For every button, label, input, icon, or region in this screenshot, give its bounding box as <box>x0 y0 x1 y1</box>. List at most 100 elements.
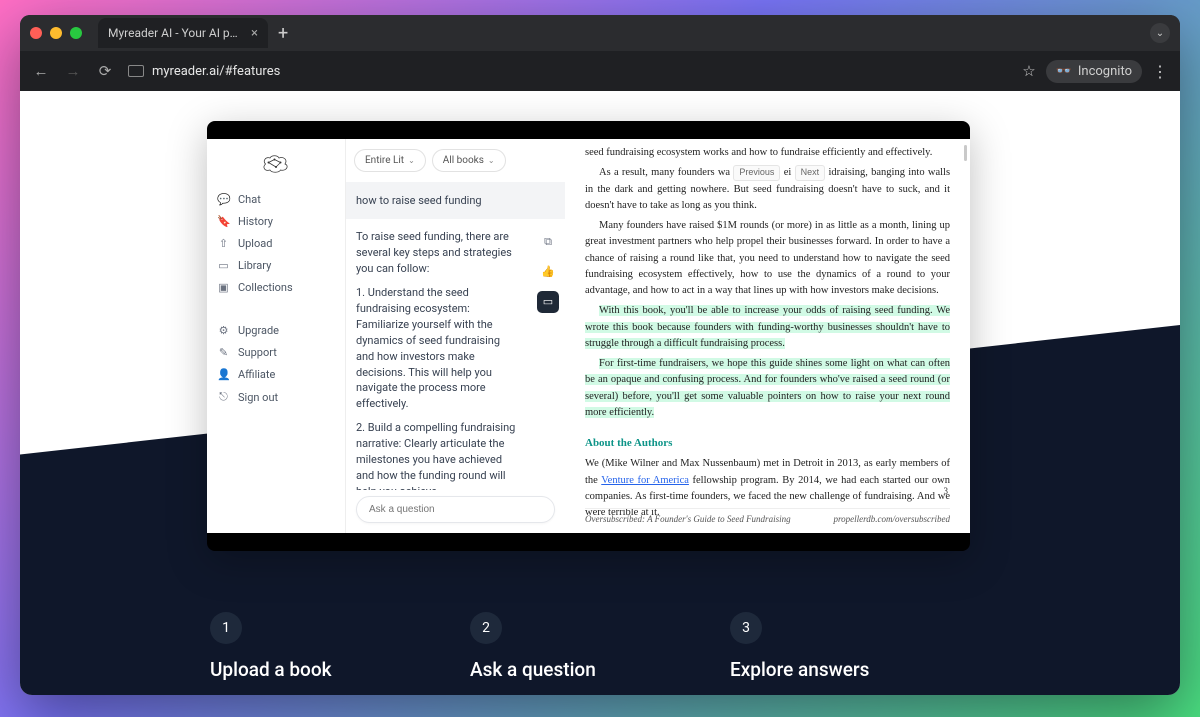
feature-step-1: 1 Upload a book <box>210 612 430 681</box>
product-screenshot-card: 💬 Chat 🔖 History ⇧ Upload ▭ Library ▣ Collect… <box>207 121 970 551</box>
like-button[interactable]: 👍 <box>537 261 559 283</box>
chevron-down-icon: ⌄ <box>408 156 415 165</box>
answer-area: ⧉ 👍 ▭ To raise seed funding, there are s… <box>346 219 565 490</box>
bookmark-icon[interactable]: ☆ <box>1022 62 1035 80</box>
sidebar-item-collections[interactable]: ▣ Collections <box>217 281 335 294</box>
sliders-icon: ⚙ <box>217 324 230 337</box>
step-badge: 1 <box>210 612 242 644</box>
address-bar[interactable]: myreader.ai/#features <box>128 64 280 79</box>
book-icon: ▭ <box>217 259 230 272</box>
close-window-button[interactable] <box>30 27 42 39</box>
copy-button[interactable]: ⧉ <box>537 231 559 253</box>
sidebar-item-history[interactable]: 🔖 History <box>217 215 335 228</box>
sidebar-item-label: Library <box>238 259 271 272</box>
app-sidebar: 💬 Chat 🔖 History ⇧ Upload ▭ Library ▣ Collect… <box>207 139 345 533</box>
chevron-down-icon: ⌄ <box>488 156 495 165</box>
step-badge: 3 <box>730 612 762 644</box>
app-logo[interactable] <box>217 153 335 175</box>
dropdown-label: All books <box>443 155 484 166</box>
sidebar-item-label: Collections <box>238 281 293 294</box>
feature-title: Upload a book <box>210 658 430 681</box>
help-icon: ✎ <box>217 346 230 359</box>
incognito-badge[interactable]: 👓 Incognito <box>1046 60 1142 83</box>
user-query[interactable]: how to raise seed funding <box>346 182 565 219</box>
doc-footer: Oversubscribed: A Founder's Guide to See… <box>585 508 950 527</box>
browser-tab[interactable]: Myreader AI - Your AI powere × <box>98 18 268 48</box>
signout-icon: ⎋ <box>217 390 230 404</box>
feature-steps: 1 Upload a book 2 Ask a question 3 Explo… <box>210 612 1110 681</box>
page-content: 💬 Chat 🔖 History ⇧ Upload ▭ Library ▣ Collect… <box>20 91 1180 695</box>
reload-button[interactable]: ⟳ <box>96 62 114 80</box>
collections-icon: ▣ <box>217 281 230 294</box>
sidebar-item-label: Support <box>238 346 277 359</box>
venture-for-america-link[interactable]: Venture for America <box>601 475 689 486</box>
chat-panel: Entire Lit ⌄ All books ⌄ how to raise seed… <box>345 139 565 533</box>
url-text: myreader.ai/#features <box>152 64 280 79</box>
incognito-icon: 👓 <box>1056 64 1072 79</box>
url-bar: ← → ⟳ myreader.ai/#features ☆ 👓 Incognit… <box>20 51 1180 91</box>
user-icon: 👤 <box>217 368 230 381</box>
tabs-menu-button[interactable]: ⌄ <box>1150 23 1170 43</box>
thumbs-up-icon: 👍 <box>541 264 555 280</box>
scrollbar-thumb[interactable] <box>964 145 967 161</box>
back-button[interactable]: ← <box>32 62 50 80</box>
doc-paragraph-highlighted: With this book, you'll be able to increa… <box>585 303 950 352</box>
sidebar-item-label: Affiliate <box>238 368 275 381</box>
dropdown-label: Entire Lit <box>365 155 404 166</box>
sidebar-item-label: Chat <box>238 193 261 206</box>
doc-paragraph-highlighted: For first-time fundraisers, we hope this… <box>585 356 950 421</box>
document-viewer[interactable]: seed fundraising ecosystem works and how… <box>565 139 970 533</box>
forward-button[interactable]: → <box>64 62 82 80</box>
doc-paragraph: As a result, many founders wa Previous e… <box>585 165 950 214</box>
copy-icon: ⧉ <box>544 234 552 250</box>
chat-icon: 💬 <box>217 193 230 206</box>
new-tab-button[interactable]: + <box>278 23 288 44</box>
sidebar-item-support[interactable]: ✎ Support <box>217 346 335 359</box>
doc-paragraph: seed fundraising ecosystem works and how… <box>585 145 950 161</box>
answer-step-2: 2. Build a compelling fundraising narrat… <box>356 420 516 490</box>
minimize-window-button[interactable] <box>50 27 62 39</box>
bookmark-icon: 🔖 <box>217 215 230 228</box>
maximize-window-button[interactable] <box>70 27 82 39</box>
query-text: how to raise seed funding <box>356 194 482 207</box>
answer-intro: To raise seed funding, there are several… <box>356 229 516 277</box>
scope-dropdown[interactable]: Entire Lit ⌄ <box>354 149 426 172</box>
view-source-button[interactable]: ▭ <box>537 291 559 313</box>
sidebar-item-upload[interactable]: ⇧ Upload <box>217 237 335 250</box>
sidebar-item-label: Upload <box>238 237 272 250</box>
tab-title: Myreader AI - Your AI powere <box>108 26 243 40</box>
feature-title: Ask a question <box>470 658 690 681</box>
site-settings-icon[interactable] <box>128 65 144 77</box>
sidebar-item-label: Sign out <box>238 391 278 404</box>
feature-title: Explore answers <box>730 658 950 681</box>
doc-title: Oversubscribed: A Founder's Guide to See… <box>585 513 791 527</box>
sidebar-item-chat[interactable]: 💬 Chat <box>217 193 335 206</box>
sidebar-item-upgrade[interactable]: ⚙Upgrade <box>217 324 335 337</box>
prev-highlight-button[interactable]: Previous <box>733 165 780 181</box>
sidebar-item-signout[interactable]: ⎋ Sign out <box>217 390 335 404</box>
sidebar-item-affiliate[interactable]: 👤 Affiliate <box>217 368 335 381</box>
browser-menu-button[interactable]: ⋮ <box>1152 62 1168 81</box>
brain-icon <box>261 153 291 175</box>
answer-step-1: 1. Understand the seed fundraising ecosy… <box>356 285 516 413</box>
book-open-icon: ▭ <box>543 294 553 310</box>
sidebar-item-label: History <box>238 215 273 228</box>
titlebar: Myreader AI - Your AI powere × + ⌄ <box>20 15 1180 51</box>
page-number: 3 <box>944 485 949 499</box>
doc-paragraph: Many founders have raised $1M rounds (or… <box>585 218 950 299</box>
doc-source-url: propellerdb.com/oversubscribed <box>833 513 950 527</box>
incognito-label: Incognito <box>1078 64 1132 79</box>
close-tab-icon[interactable]: × <box>251 26 258 41</box>
step-badge: 2 <box>470 612 502 644</box>
about-heading: About the Authors <box>585 435 950 452</box>
ask-input[interactable] <box>356 496 555 523</box>
feature-step-2: 2 Ask a question <box>470 612 690 681</box>
answer-text: To raise seed funding, there are several… <box>356 229 516 490</box>
next-highlight-button[interactable]: Next <box>795 165 826 181</box>
window-controls <box>30 27 82 39</box>
upload-icon: ⇧ <box>217 237 230 250</box>
books-dropdown[interactable]: All books ⌄ <box>432 149 506 172</box>
browser-window: Myreader AI - Your AI powere × + ⌄ ← → ⟳… <box>20 15 1180 695</box>
feature-step-3: 3 Explore answers <box>730 612 950 681</box>
sidebar-item-library[interactable]: ▭ Library <box>217 259 335 272</box>
